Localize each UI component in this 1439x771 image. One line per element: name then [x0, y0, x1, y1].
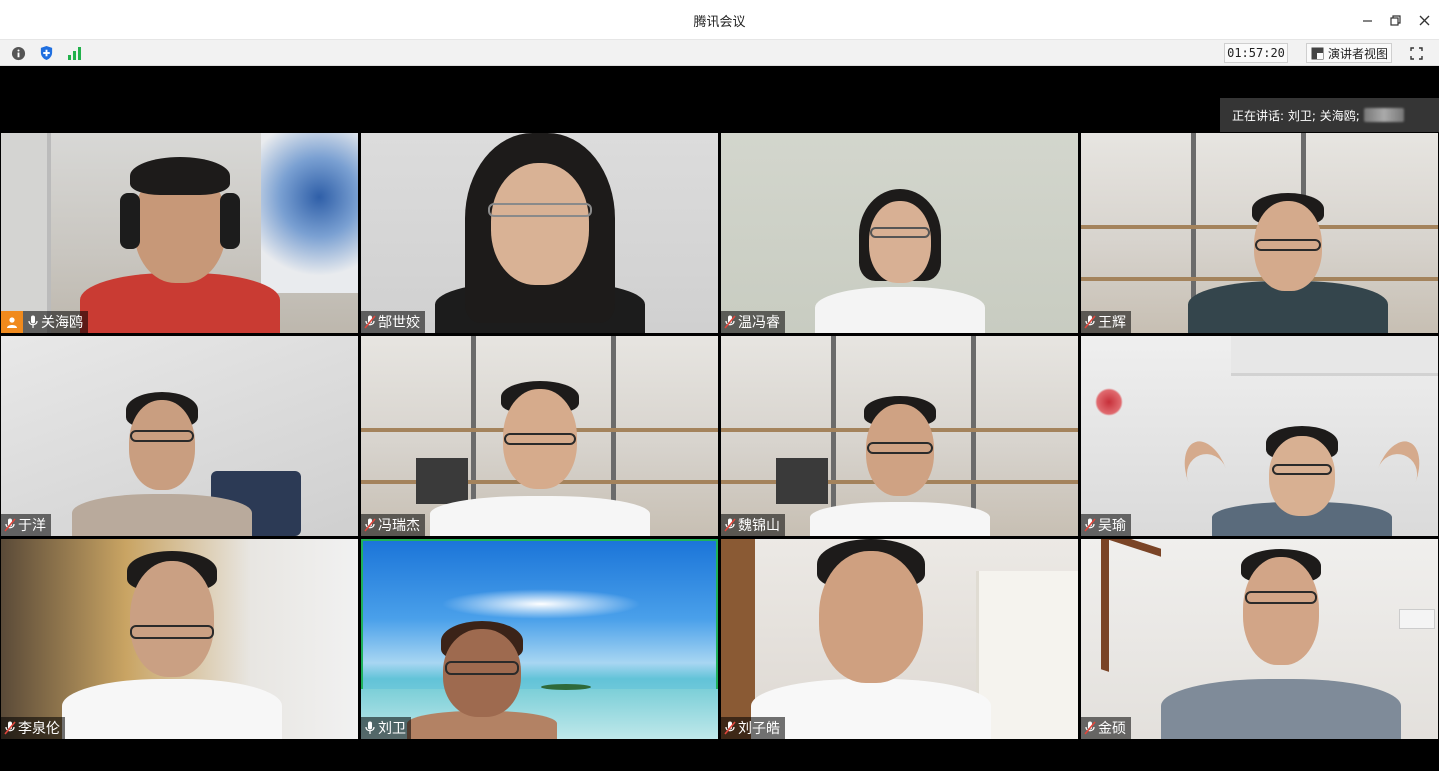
participant-name: 于洋 [18, 518, 46, 534]
participant-video [52, 549, 292, 739]
mic-muted-icon [1084, 721, 1096, 735]
mic-muted-icon [724, 518, 736, 532]
participant-nametag: 李泉伦 [1, 717, 65, 739]
security-button[interactable] [37, 44, 55, 62]
speaker-view-button[interactable]: 演讲者视图 [1306, 43, 1392, 63]
mic-muted-icon [724, 721, 736, 735]
participant-video [790, 396, 1010, 536]
info-icon [11, 46, 25, 60]
close-icon [1419, 15, 1429, 25]
mic-on-icon [364, 721, 376, 735]
meeting-timer: 01:57:20 [1224, 43, 1288, 63]
participant-nametag: 冯瑞杰 [361, 514, 425, 536]
mic-on-icon [27, 315, 39, 329]
window-title: 腾讯会议 [693, 15, 746, 30]
participant-video [402, 621, 562, 739]
mic-muted-icon [364, 315, 376, 329]
minimize-button[interactable] [1353, 6, 1381, 34]
close-button[interactable] [1410, 6, 1438, 34]
participant-name: 温冯睿 [738, 315, 780, 331]
mic-muted-icon [1084, 315, 1096, 329]
participant-video [790, 183, 1010, 333]
participant-name: 魏锦山 [738, 518, 780, 534]
participant-name: 李泉伦 [18, 721, 60, 737]
participant-video [62, 386, 262, 536]
video-tile[interactable]: 于洋 [1, 336, 358, 536]
speaker-view-icon [1311, 47, 1324, 59]
participant-nametag: 王辉 [1081, 311, 1131, 333]
participant-nametag: 刘卫 [361, 717, 411, 739]
participant-nametag: 魏锦山 [721, 514, 785, 536]
fullscreen-icon [1409, 46, 1423, 60]
signal-icon [67, 47, 81, 60]
mic-muted-icon [724, 315, 736, 329]
meeting-window: 腾讯会议 01:57:20 演讲者视图 正在讲话: 刘卫; 关海鸥; 关海鸥 郜… [0, 0, 1439, 771]
participant-name: 刘子皓 [738, 721, 780, 737]
video-tile[interactable]: 魏锦山 [721, 336, 1078, 536]
participant-name: 金硕 [1098, 721, 1126, 737]
blurred-speaker-name [1363, 108, 1404, 122]
fullscreen-button[interactable] [1406, 43, 1426, 63]
video-tile[interactable]: 温冯睿 [721, 133, 1078, 333]
participant-nametag: 郜世姣 [361, 311, 425, 333]
video-tile[interactable]: 王辉 [1081, 133, 1438, 333]
participant-video [1176, 426, 1429, 536]
participant-video [60, 143, 300, 333]
video-tile[interactable]: 吴瑜 [1081, 336, 1438, 536]
video-tile[interactable]: 金硕 [1081, 539, 1438, 739]
info-button[interactable] [9, 44, 27, 62]
participant-name: 王辉 [1098, 315, 1126, 331]
meeting-toolbar: 01:57:20 演讲者视图 [0, 40, 1439, 66]
video-tile[interactable]: 李泉伦 [1, 539, 358, 739]
video-tile[interactable]: 刘子皓 [721, 539, 1078, 739]
participant-name: 吴瑜 [1098, 518, 1126, 534]
participant-name: 郜世姣 [378, 315, 420, 331]
participant-nametag: 关海鸥 [1, 311, 88, 333]
restore-button[interactable] [1381, 6, 1409, 34]
shield-icon [40, 45, 52, 61]
video-grid: 关海鸥 郜世姣 温冯睿 王辉 于洋 冯瑞杰 魏锦山 吴瑜 李泉伦 刘卫 刘子皓 … [1, 133, 1439, 740]
mic-muted-icon [364, 518, 376, 532]
participant-nametag: 吴瑜 [1081, 514, 1131, 536]
participant-nametag: 刘子皓 [721, 717, 785, 739]
speaking-label: 正在讲话: 刘卫; 关海鸥; [1232, 108, 1360, 123]
video-tile[interactable]: 郜世姣 [361, 133, 718, 333]
minimize-icon [1362, 19, 1372, 22]
network-signal-button[interactable] [65, 44, 83, 62]
participant-video [420, 133, 660, 333]
participant-name: 冯瑞杰 [378, 518, 420, 534]
video-tile-active-speaker[interactable]: 刘卫 [361, 539, 718, 739]
participant-nametag: 金硕 [1081, 717, 1131, 739]
participant-name: 关海鸥 [41, 315, 83, 331]
video-tile[interactable]: 冯瑞杰 [361, 336, 718, 536]
participant-video [425, 381, 655, 536]
host-badge [1, 311, 23, 333]
title-bar: 腾讯会议 [0, 0, 1439, 40]
participant-nametag: 于洋 [1, 514, 51, 536]
video-tile[interactable]: 关海鸥 [1, 133, 358, 333]
speaking-indicator: 正在讲话: 刘卫; 关海鸥; [1220, 98, 1439, 132]
participant-video [1151, 549, 1411, 739]
participant-name: 刘卫 [378, 721, 406, 737]
host-icon [7, 317, 17, 328]
mic-muted-icon [1084, 518, 1096, 532]
participant-video [741, 539, 1001, 739]
restore-icon [1389, 14, 1401, 26]
speaker-view-label: 演讲者视图 [1328, 46, 1389, 61]
mic-muted-icon [4, 721, 16, 735]
participant-nametag: 温冯睿 [721, 311, 785, 333]
mic-muted-icon [4, 518, 16, 532]
participant-video [1178, 193, 1398, 333]
